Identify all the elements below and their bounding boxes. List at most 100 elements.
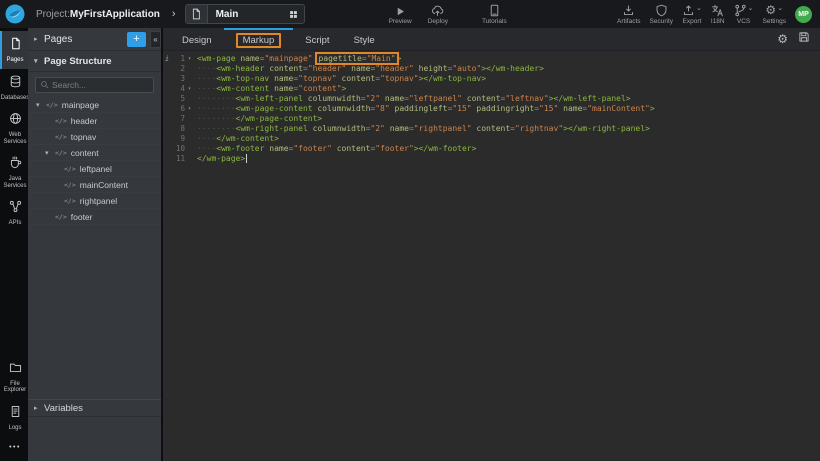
action-label: Deploy	[428, 18, 448, 25]
code-line[interactable]: 5········<wm-left-panel columnwidth="2" …	[163, 94, 820, 104]
widget-markup-icon: </>	[55, 213, 67, 221]
info-icon: i	[163, 54, 171, 64]
caret-right-icon: ▸	[34, 404, 44, 412]
sidebar-item-pages[interactable]: Pages	[0, 31, 28, 69]
tree-item-label: topnav	[71, 132, 97, 142]
grid-icon[interactable]	[289, 10, 304, 19]
variables-label: Variables	[44, 403, 83, 414]
deploy-button[interactable]: Deploy	[428, 4, 448, 25]
code-line[interactable]: 9····</wm-content>	[163, 134, 820, 144]
tab-design[interactable]: Design	[170, 28, 224, 50]
security-button[interactable]: Security	[650, 4, 673, 25]
user-avatar[interactable]: MP	[795, 6, 812, 23]
fold-caret-icon[interactable]: ▾	[185, 104, 194, 114]
markup-code-editor[interactable]: i1▾<wm-page name="mainpage" pagetitle="M…	[163, 51, 820, 461]
save-icon[interactable]	[798, 30, 810, 48]
code-text: ····<wm-top-nav name="topnav" content="t…	[197, 74, 486, 84]
chevron-down-icon[interactable]: ⌄	[696, 4, 702, 14]
code-line[interactable]: 8········<wm-right-panel columnwidth="2"…	[163, 124, 820, 134]
tree-item-label: rightpanel	[80, 196, 117, 206]
gutter: 8	[163, 124, 194, 134]
sidebar-item-logs[interactable]: Logs	[0, 399, 28, 437]
sidebar-item-databases[interactable]: Databases	[0, 69, 28, 107]
tree-item-footer[interactable]: </> footer	[28, 209, 161, 225]
tab-markup[interactable]: Markup	[224, 28, 294, 50]
editor-tab-bar: DesignMarkup Script Style ⚙	[163, 28, 820, 51]
code-line[interactable]: i1▾<wm-page name="mainpage" pagetitle="M…	[163, 54, 820, 64]
tab-label: Script	[305, 35, 329, 46]
tree-item-maincontent[interactable]: </>mainContent	[28, 177, 161, 193]
collapse-panel-button[interactable]: «	[150, 31, 161, 48]
fold-caret-icon[interactable]: ▾	[185, 54, 194, 64]
caret-right-icon[interactable]: ▸	[34, 35, 44, 43]
sidebar-item-label: APIs	[9, 220, 22, 227]
tree-item-label: footer	[71, 212, 93, 222]
code-text: <wm-page name="mainpage" pagetitle="Main…	[197, 54, 401, 64]
vcs-button[interactable]: ⌄VCS	[734, 4, 754, 25]
code-text: </wm-page>	[197, 154, 247, 164]
annotation-highlight-box: pagetitle="Main"	[317, 54, 396, 63]
top-bar: Project:MyFirstApplication › Main Previe…	[0, 0, 820, 28]
code-line[interactable]: 6▾········<wm-page-content columnwidth="…	[163, 104, 820, 114]
chevron-down-icon[interactable]: ⌄	[777, 4, 783, 14]
code-line[interactable]: 2····<wm-header content="header" name="h…	[163, 64, 820, 74]
line-number: 2	[171, 64, 185, 74]
line-number: 6	[171, 104, 185, 114]
code-text: ········</wm-page-content>	[197, 114, 322, 124]
fold-caret-icon[interactable]: ▾	[185, 84, 194, 94]
api-icon	[9, 200, 22, 218]
chevron-right-icon: ›	[172, 8, 176, 20]
sidebar-item-apis[interactable]: APIs	[0, 194, 28, 232]
tab-style[interactable]: Style	[342, 28, 387, 50]
sidebar-item-java-services[interactable]: Java Services	[0, 150, 28, 194]
pages-panel: ▸ Pages + « ▾ Page Structure ▾</>mainpag…	[28, 28, 163, 461]
action-label: I18N	[711, 18, 725, 25]
tree-item-mainpage[interactable]: ▾</>mainpage	[28, 97, 161, 113]
tree-item-rightpanel[interactable]: </>rightpanel	[28, 193, 161, 209]
chevron-down-icon[interactable]: ⌄	[748, 4, 754, 14]
tree-item-topnav[interactable]: </>topnav	[28, 129, 161, 145]
gutter: 3	[163, 74, 194, 84]
caret-down-icon[interactable]: ▾	[45, 149, 55, 157]
settings-button[interactable]: ⚙⌄Settings	[763, 4, 787, 25]
tutorials-button[interactable]: Tutorials	[482, 4, 507, 25]
sidebar-item-web-services[interactable]: Web Services	[0, 106, 28, 150]
code-line[interactable]: 3····<wm-top-nav name="topnav" content="…	[163, 74, 820, 84]
tree-item-header[interactable]: </>header	[28, 113, 161, 129]
i18n-button[interactable]: I18N	[711, 4, 725, 25]
globe-icon	[9, 112, 22, 130]
action-label: Export	[683, 18, 702, 25]
artifacts-button[interactable]: Artifacts	[617, 4, 640, 25]
line-number: 11	[171, 154, 185, 164]
pages-panel-title: Pages	[44, 34, 127, 45]
add-page-button[interactable]: +	[127, 32, 146, 47]
tab-script[interactable]: Script	[293, 28, 341, 50]
export-button[interactable]: ⌄ Export	[682, 4, 702, 25]
code-text: ····<wm-content name="content">	[197, 84, 346, 94]
pages-icon	[9, 37, 22, 55]
open-page-tab[interactable]: Main	[185, 4, 305, 24]
widget-markup-icon: </>	[64, 181, 76, 189]
code-text: ········<wm-right-panel columnwidth="2" …	[197, 124, 650, 134]
code-line[interactable]: 11 </wm-page>	[163, 154, 820, 164]
pages-panel-header: ▸ Pages +	[28, 28, 161, 51]
tree-item-label: leftpanel	[80, 164, 112, 174]
page-structure-header[interactable]: ▾ Page Structure	[28, 51, 161, 72]
search-input[interactable]	[52, 80, 149, 90]
variables-section[interactable]: ▸ Variables	[28, 399, 161, 417]
caret-down-icon[interactable]: ▾	[36, 101, 46, 109]
page-structure-title: Page Structure	[44, 56, 112, 67]
wavemaker-logo-icon[interactable]	[0, 4, 30, 24]
tree-item-content[interactable]: ▾</>content	[28, 145, 161, 161]
tree-item-leftpanel[interactable]: </>leftpanel	[28, 161, 161, 177]
line-number: 10	[171, 144, 185, 154]
code-line[interactable]: 4▾····<wm-content name="content">	[163, 84, 820, 94]
markup-settings-gear-icon[interactable]: ⚙	[777, 33, 788, 46]
code-line[interactable]: 7········</wm-page-content>	[163, 114, 820, 124]
database-icon	[9, 75, 22, 93]
preview-button[interactable]: Preview	[389, 4, 412, 25]
gear-icon: ⚙	[765, 4, 776, 17]
more-options-ellipsis-icon[interactable]: •••	[0, 436, 28, 461]
code-line[interactable]: 10····<wm-footer name="footer" content="…	[163, 144, 820, 154]
sidebar-item-file-explorer[interactable]: File Explorer	[0, 355, 28, 399]
